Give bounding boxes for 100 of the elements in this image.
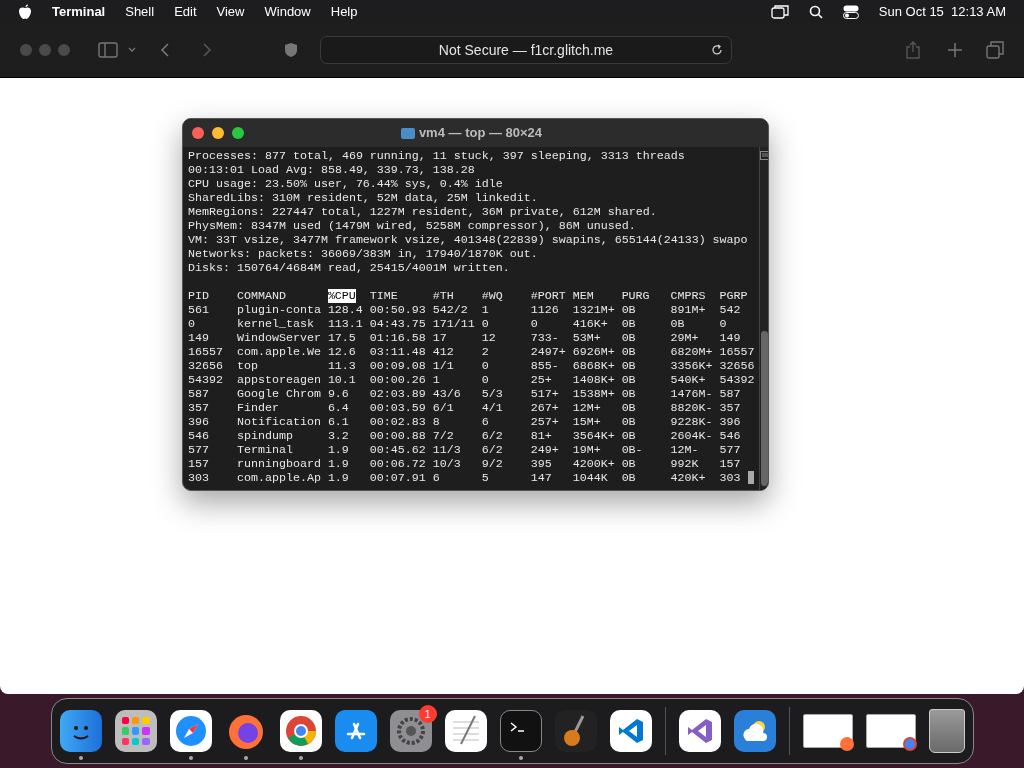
cloud-sun-icon[interactable] xyxy=(733,710,776,752)
table-cell: 1126 xyxy=(530,303,559,317)
table-cell: 19M+ xyxy=(572,443,601,457)
sidebar-icon[interactable] xyxy=(98,42,118,58)
table-cell: 10/3 xyxy=(432,457,461,471)
table-cell: 16557 xyxy=(188,345,223,359)
apple-logo-icon[interactable] xyxy=(18,3,32,20)
table-cell: 357 xyxy=(188,401,209,415)
column-header[interactable]: PID xyxy=(188,289,209,303)
table-cell: 303 xyxy=(719,471,741,485)
tabs-icon[interactable] xyxy=(986,41,1004,59)
table-cell: 2497+ xyxy=(530,345,566,359)
column-header[interactable]: #TH xyxy=(432,289,454,303)
table-cell: 0B xyxy=(670,317,685,331)
column-header[interactable]: #WQ xyxy=(481,289,503,303)
trash-icon[interactable] xyxy=(928,709,965,753)
column-header[interactable]: TIME xyxy=(369,289,398,303)
table-cell: 0 xyxy=(188,317,195,331)
column-header[interactable]: CMPRS xyxy=(670,289,706,303)
ribbon-icon[interactable] xyxy=(678,710,721,752)
summary-line: VM: 33T vsize, 3477M framework vsize, 401348(22839) swapins, 655144(24133) swapo xyxy=(188,233,748,247)
column-header[interactable]: PGRP xyxy=(719,289,748,303)
shield-icon[interactable] xyxy=(284,42,298,58)
table-cell: 577 xyxy=(188,443,209,457)
toggles-icon[interactable] xyxy=(842,4,859,19)
table-cell: 157 xyxy=(719,457,741,471)
table-cell: 257+ xyxy=(530,415,559,429)
window-thumbnail[interactable] xyxy=(865,714,916,748)
compass-icon[interactable] xyxy=(169,710,212,752)
reload-icon[interactable] xyxy=(711,44,723,56)
table-cell: 113.1 xyxy=(327,317,363,331)
table-cell: com.apple.We xyxy=(236,345,321,359)
table-cell: 6 xyxy=(481,415,489,429)
table-cell: 149 xyxy=(719,331,741,345)
table-cell: 2604K- xyxy=(670,429,713,443)
letter-a-icon[interactable] xyxy=(334,710,377,752)
table-cell: 00:07.91 xyxy=(369,471,426,485)
column-header[interactable]: #PORT xyxy=(530,289,566,303)
address-bar[interactable]: Not Secure — f1cr.glitch.me xyxy=(320,36,732,64)
guitar-icon[interactable] xyxy=(554,710,597,752)
chevron-down-icon[interactable] xyxy=(128,47,136,53)
windows-icon[interactable] xyxy=(770,4,789,19)
table-cell: 303 xyxy=(188,471,209,485)
terminal-icon[interactable] xyxy=(499,710,542,752)
back-icon[interactable] xyxy=(160,42,170,58)
table-cell: 416K+ xyxy=(572,317,608,331)
search-icon[interactable] xyxy=(808,4,823,19)
table-cell: 0B xyxy=(621,345,636,359)
summary-line: Processes: 877 total, 469 running, 11 stuck, 397 sleeping, 3313 threads xyxy=(188,149,685,163)
table-cell: 0 xyxy=(481,373,489,387)
table-cell: 15M+ xyxy=(572,415,601,429)
app-menu[interactable]: Terminal xyxy=(52,1,106,22)
menu-item[interactable]: Shell xyxy=(125,1,155,22)
table-cell: 546 xyxy=(719,429,741,443)
zoom-button[interactable] xyxy=(232,127,244,139)
table-cell: com.apple.Ap xyxy=(236,471,321,485)
table-cell: 855- xyxy=(530,359,559,373)
table-cell: 891M+ xyxy=(670,303,706,317)
lines-icon[interactable] xyxy=(759,151,768,160)
table-cell: 0B- xyxy=(621,443,643,457)
grid-icon[interactable] xyxy=(114,710,157,752)
close-button[interactable] xyxy=(192,127,204,139)
minimize-button[interactable] xyxy=(212,127,224,139)
scroll-thumb[interactable] xyxy=(761,331,768,486)
table-cell: 9.6 xyxy=(327,387,349,401)
table-cell: 171/11 xyxy=(432,317,475,331)
column-header[interactable]: %CPU xyxy=(327,289,356,303)
face-icon[interactable] xyxy=(59,710,102,752)
table-cell: 16557 xyxy=(719,345,755,359)
table-cell: 00:06.72 xyxy=(369,457,426,471)
code-ribbon-icon[interactable] xyxy=(609,710,652,752)
table-cell: 12.6 xyxy=(327,345,356,359)
table-cell: 7/2 xyxy=(432,429,454,443)
table-cell: 147 xyxy=(530,471,552,485)
menu-item[interactable]: Window xyxy=(264,1,311,22)
table-cell: 04:43.75 xyxy=(369,317,426,331)
table-cell: 00:02.83 xyxy=(369,415,426,429)
gear-icon[interactable] xyxy=(389,710,432,752)
table-cell: 0 xyxy=(719,317,727,331)
table-cell: 5/3 xyxy=(481,387,503,401)
table-cell: 267+ xyxy=(530,401,559,415)
menu-item[interactable]: Edit xyxy=(174,1,197,22)
plus-icon[interactable] xyxy=(948,43,962,57)
table-cell: 0B xyxy=(621,331,636,345)
clock[interactable]: Sun Oct 15 12:13 AM xyxy=(878,1,1006,22)
table-cell: 54392 xyxy=(719,373,755,387)
menu-item[interactable]: View xyxy=(216,1,245,22)
window-thumbnail[interactable] xyxy=(802,714,853,748)
table-cell: 542/2 xyxy=(432,303,468,317)
column-header[interactable]: COMMAND xyxy=(236,289,286,303)
table-cell: 9228K- xyxy=(670,415,713,429)
table-cell: 0B xyxy=(621,359,636,373)
table-cell: kernel_task xyxy=(236,317,314,331)
menu-item[interactable]: Help xyxy=(330,1,358,22)
column-header[interactable]: MEM xyxy=(572,289,594,303)
table-cell: 517+ xyxy=(530,387,559,401)
column-header[interactable]: PURG xyxy=(621,289,650,303)
notepad-icon[interactable] xyxy=(444,710,487,752)
table-cell: 1408K+ xyxy=(572,373,615,387)
table-cell: 3564K+ xyxy=(572,429,615,443)
